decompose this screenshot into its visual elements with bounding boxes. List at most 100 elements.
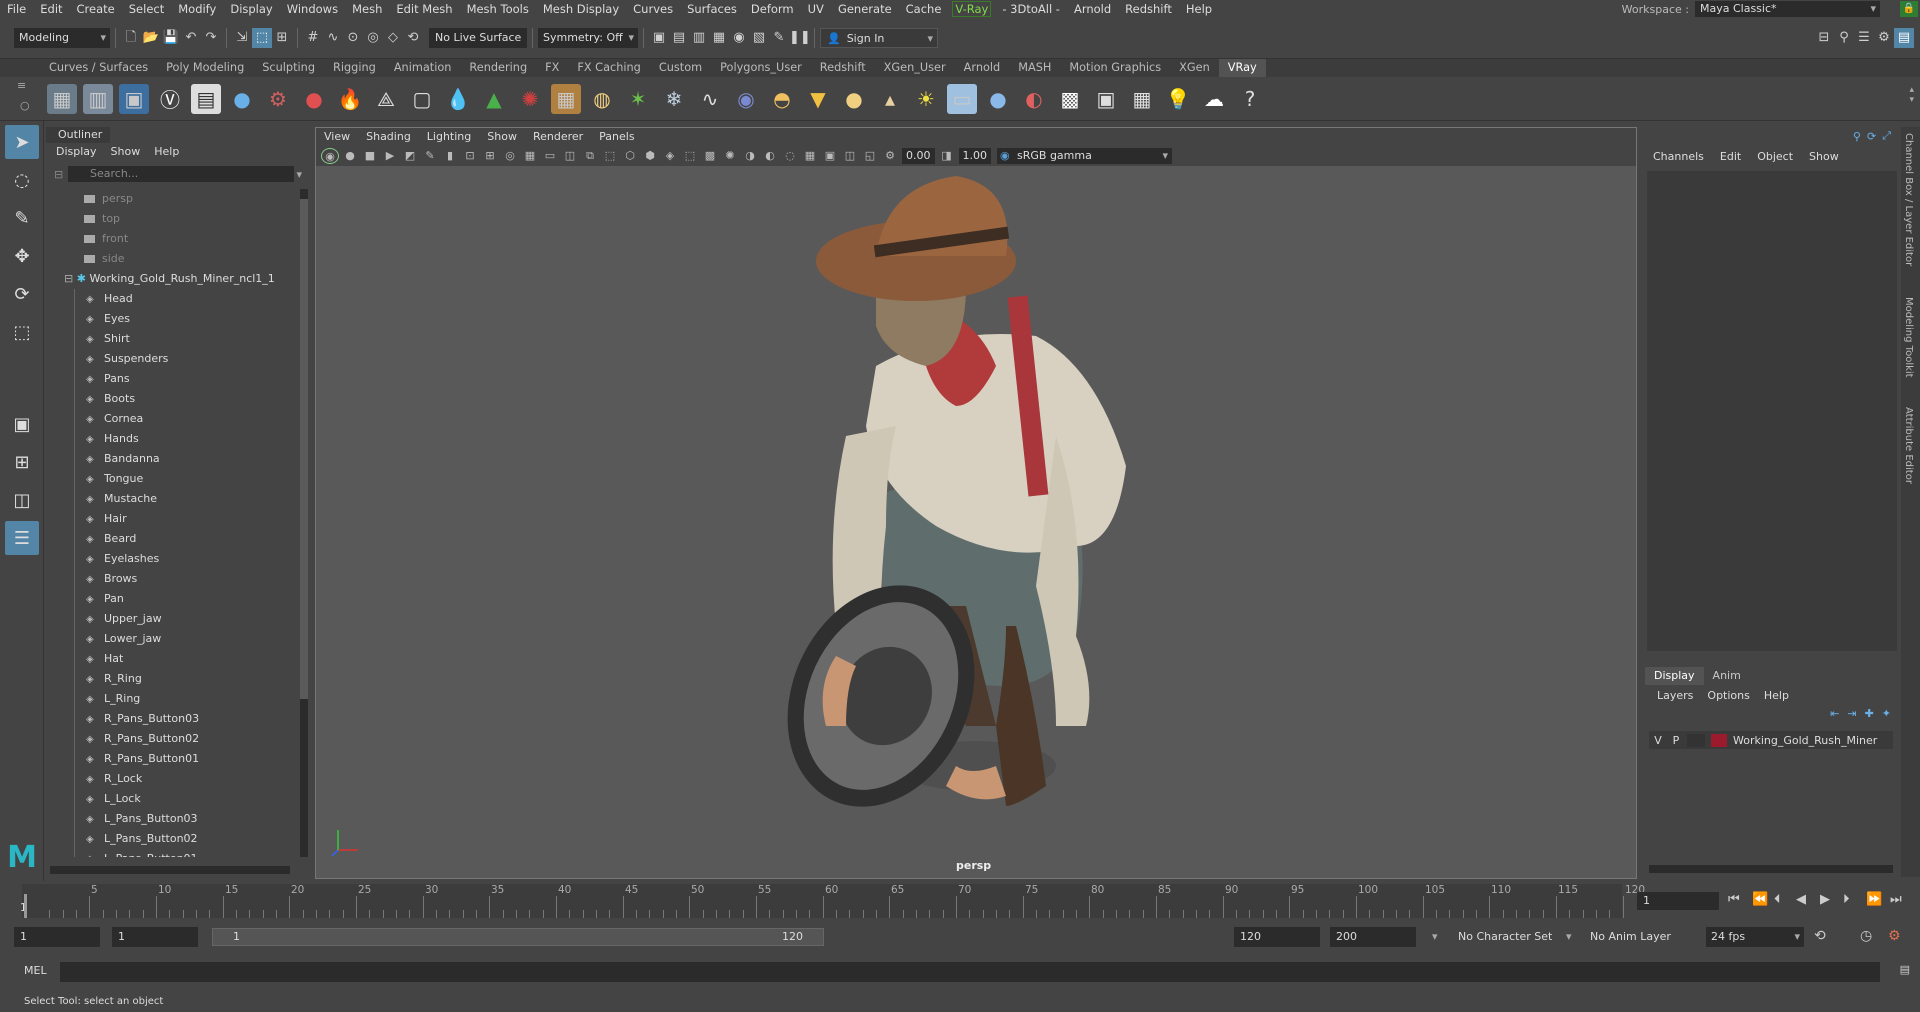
isolate-select-icon[interactable]: ▦ (801, 148, 819, 164)
sign-in-button[interactable]: 👤 Sign In (820, 28, 938, 48)
vray-ipr-icon[interactable]: ▧ (749, 28, 769, 48)
vray-fur-icon[interactable]: ● (299, 84, 329, 114)
shelf-tab-rendering[interactable]: Rendering (460, 59, 536, 77)
field-chart-icon[interactable]: ▭ (541, 148, 559, 164)
shelf-tab-custom[interactable]: Custom (650, 59, 711, 77)
viewport-menu-panels[interactable]: Panels (599, 128, 634, 146)
outliner-item[interactable]: ◈ R_Lock (46, 769, 294, 789)
antialiasing-icon[interactable]: ◐ (761, 148, 779, 164)
move-layer-up-icon[interactable]: ⇤ (1830, 707, 1839, 720)
menu-windows[interactable]: Windows (280, 0, 345, 18)
xray-components-icon[interactable]: ◱ (861, 148, 879, 164)
vray-checker-icon[interactable]: ▩ (1055, 84, 1085, 114)
outliner-item[interactable]: ◈ Lower_jaw (46, 629, 294, 649)
shelf-tab-redshift[interactable]: Redshift (811, 59, 875, 77)
time-cursor[interactable] (24, 894, 27, 918)
command-language-label[interactable]: MEL (24, 964, 47, 977)
step-back-frame-icon[interactable]: ⏪ (1752, 892, 1768, 907)
channel-box-menu-edit[interactable]: Edit (1720, 150, 1741, 163)
viewport-menu-view[interactable]: View (324, 128, 350, 146)
wireframe-icon[interactable]: ⧉ (581, 148, 599, 164)
outliner-item[interactable]: ◈ Shirt (46, 329, 294, 349)
shelf-tab-poly-modeling[interactable]: Poly Modeling (157, 59, 253, 77)
channel-box-expand-icon[interactable]: ⤢ (1882, 129, 1891, 143)
outliner-camera-persp[interactable]: persp (46, 189, 294, 209)
move-layer-down-icon[interactable]: ⇥ (1847, 707, 1856, 720)
outliner-hscroll[interactable] (50, 866, 290, 874)
render-frame-icon[interactable]: ▤ (669, 28, 689, 48)
search-input[interactable]: Search... (68, 166, 295, 182)
vray-water-icon[interactable]: 💧 (443, 84, 473, 114)
vray-settings-icon[interactable]: ▦ (1127, 84, 1157, 114)
layer-playback-toggle[interactable]: P (1667, 734, 1685, 747)
fps-dropdown[interactable]: 24 fps (1706, 927, 1804, 947)
paint-select-tool-icon[interactable]: ✎ (5, 201, 39, 235)
channel-box-pin-icon[interactable]: ⚲ (1853, 130, 1861, 143)
menu-help[interactable]: Help (1179, 0, 1219, 18)
outliner-item[interactable]: ◈ L_Pans_Button02 (46, 829, 294, 849)
shelf-menu-icon[interactable]: ≡ (17, 79, 26, 92)
channel-box-menu-object[interactable]: Object (1757, 150, 1793, 163)
menu-edit-mesh[interactable]: Edit Mesh (389, 0, 459, 18)
outliner-item[interactable]: ◈ L_Pans_Button03 (46, 809, 294, 829)
outliner-item[interactable]: ◈ Upper_jaw (46, 609, 294, 629)
safe-title-icon[interactable]: ◫ (561, 148, 579, 164)
two-view-icon[interactable]: ◫ (5, 483, 39, 517)
wireframe-shaded-icon[interactable]: ⬡ (621, 148, 639, 164)
play-backward-icon[interactable]: ◀ (1796, 892, 1806, 907)
bookmarks-icon[interactable]: ■ (361, 148, 379, 164)
shelf-tab-fx[interactable]: FX (536, 59, 568, 77)
vray-fire-icon[interactable]: 🔥 (335, 84, 365, 114)
outliner-item[interactable]: ◈ Bandanna (46, 449, 294, 469)
grid-icon[interactable]: ⊡ (461, 148, 479, 164)
new-layer-selected-icon[interactable]: ✦ (1882, 707, 1891, 720)
vray-texture-icon[interactable]: ✺ (515, 84, 545, 114)
image-plane-icon[interactable]: ▶ (381, 148, 399, 164)
outliner-item[interactable]: ◈ R_Ring (46, 669, 294, 689)
layer-color-swatch[interactable] (1711, 733, 1727, 747)
safe-action-icon[interactable]: ▮ (441, 148, 459, 164)
options-menu[interactable]: Options (1707, 689, 1749, 702)
vray-color-icon[interactable]: ◐ (1019, 84, 1049, 114)
viewport-menu-lighting[interactable]: Lighting (427, 128, 471, 146)
shelf-tab-fx-caching[interactable]: FX Caching (568, 59, 649, 77)
character-controls-icon[interactable]: ⚲ (1834, 28, 1854, 48)
shelf-tab-vray[interactable]: VRay (1218, 59, 1266, 77)
outliner-item[interactable]: ◈ Pans (46, 369, 294, 389)
vray-plane-icon[interactable]: ⟁ (371, 84, 401, 114)
depth-of-field-icon[interactable]: ◌ (781, 148, 799, 164)
attribute-editor-icon[interactable]: ☰ (1854, 28, 1874, 48)
go-to-end-icon[interactable]: ⏭ (1890, 892, 1902, 907)
outliner-item[interactable]: ◈ R_Pans_Button03 (46, 709, 294, 729)
modeling-toolkit-icon[interactable]: ⊟ (1814, 28, 1834, 48)
outliner-menu-show[interactable]: Show (111, 143, 141, 161)
help-menu[interactable]: Help (1764, 689, 1789, 702)
shelf-tab-xgen-user[interactable]: XGen_User (875, 59, 955, 77)
vray-ies-light-icon[interactable]: ▴ (875, 84, 905, 114)
layer-visibility-toggle[interactable]: V (1649, 734, 1667, 747)
menu-redshift[interactable]: Redshift (1118, 0, 1179, 18)
shelf-tab-arnold[interactable]: Arnold (955, 59, 1010, 77)
vray-light-lister-icon[interactable]: 💡 (1163, 84, 1193, 114)
menu-modify[interactable]: Modify (171, 0, 223, 18)
open-scene-icon[interactable]: 📂 (141, 28, 161, 48)
tab-modeling-toolkit[interactable]: Modeling Toolkit (1903, 297, 1914, 378)
current-frame-field[interactable]: 1 (1637, 892, 1719, 910)
vray-render-icon[interactable]: ◉ (729, 28, 749, 48)
vray-render-elements-icon[interactable]: ▣ (1091, 84, 1121, 114)
shelf-tab-motion-graphics[interactable]: Motion Graphics (1060, 59, 1170, 77)
menu-cache[interactable]: Cache (899, 0, 949, 18)
save-scene-icon[interactable]: 💾 (161, 28, 181, 48)
channel-box-menu-show[interactable]: Show (1809, 150, 1839, 163)
menu-create[interactable]: Create (70, 0, 122, 18)
symmetry-dropdown[interactable]: Symmetry: Off (538, 28, 638, 48)
workspace-dropdown[interactable]: Maya Classic* (1695, 1, 1880, 17)
layers-menu[interactable]: Layers (1657, 689, 1693, 702)
vray-frame-buffer-icon[interactable]: ▤ (191, 83, 221, 114)
vray-grass-icon[interactable]: ✶ (623, 84, 653, 114)
snap-surface-icon[interactable]: ◇ (383, 28, 403, 48)
anim-layer-dropdown-icon[interactable]: ▾ (1566, 930, 1572, 943)
outliner-item[interactable]: ◈ L_Ring (46, 689, 294, 709)
outliner-root-group[interactable]: ⊟ ✱ Working_Gold_Rush_Miner_ncl1_1 (46, 269, 294, 289)
tab-anim[interactable]: Anim (1704, 667, 1750, 685)
